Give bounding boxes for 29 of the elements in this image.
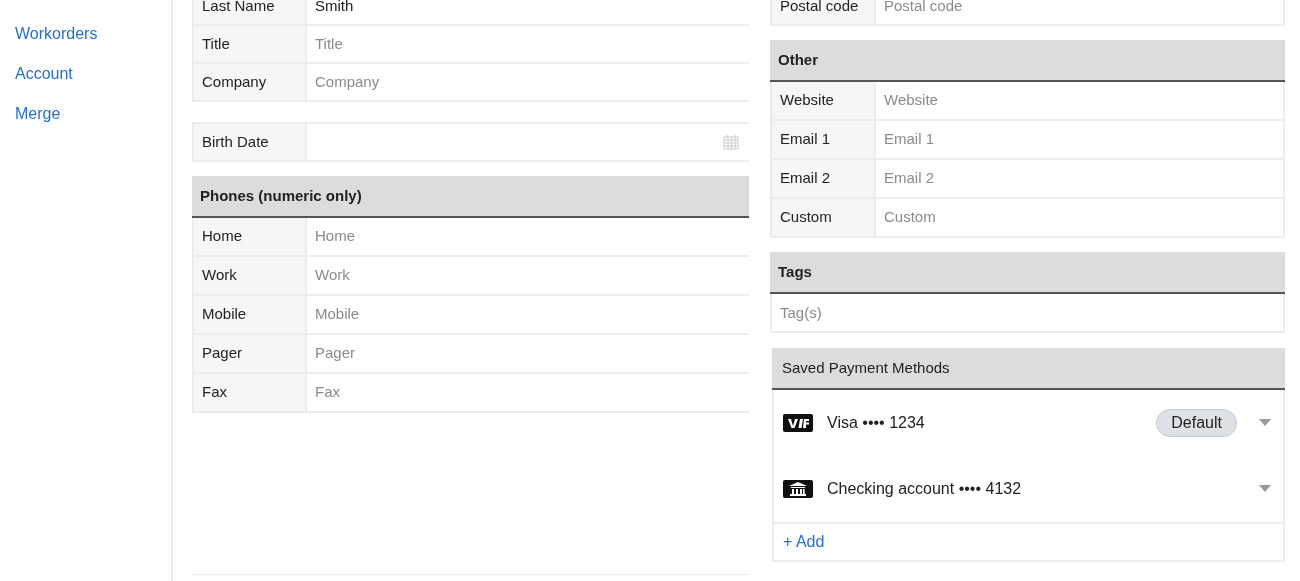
default-badge: Default [1156, 409, 1237, 437]
caret-icon[interactable] [1259, 485, 1271, 493]
caret-icon[interactable] [1259, 419, 1271, 427]
section-header: Tags [770, 252, 1285, 294]
field-label: Last Name [194, 0, 307, 24]
section-header: Phones (numeric only) [192, 176, 749, 218]
field-label: Pager [194, 335, 307, 372]
field-label: Postal code [772, 0, 876, 24]
field-label: Home [194, 218, 307, 255]
sidebar-link[interactable]: Merge [15, 102, 61, 126]
field-label: Website [772, 82, 876, 119]
field-label: Title [194, 26, 307, 62]
field-label: Email 1 [772, 121, 876, 158]
tags-field[interactable]: Tag(s) [770, 294, 1285, 333]
section-header: Other [770, 40, 1285, 82]
field-label: Company [194, 64, 307, 100]
bank-icon [783, 480, 813, 498]
add-link[interactable]: + Add [783, 530, 825, 554]
field-label: Mobile [194, 296, 307, 333]
sidebar-link[interactable]: Account [15, 62, 73, 86]
field-label: Work [194, 257, 307, 294]
sidebar-link[interactable]: Workorders [15, 22, 98, 46]
field-label: Fax [194, 374, 307, 411]
field-label: Email 2 [772, 160, 876, 197]
section-header: Saved Payment Methods [772, 348, 1285, 390]
payment-method-label: Checking account •••• 4132 [827, 479, 1022, 499]
payment-method-label: Visa •••• 1234 [827, 413, 925, 433]
card-icon [783, 414, 813, 432]
field-label: Custom [772, 199, 876, 236]
